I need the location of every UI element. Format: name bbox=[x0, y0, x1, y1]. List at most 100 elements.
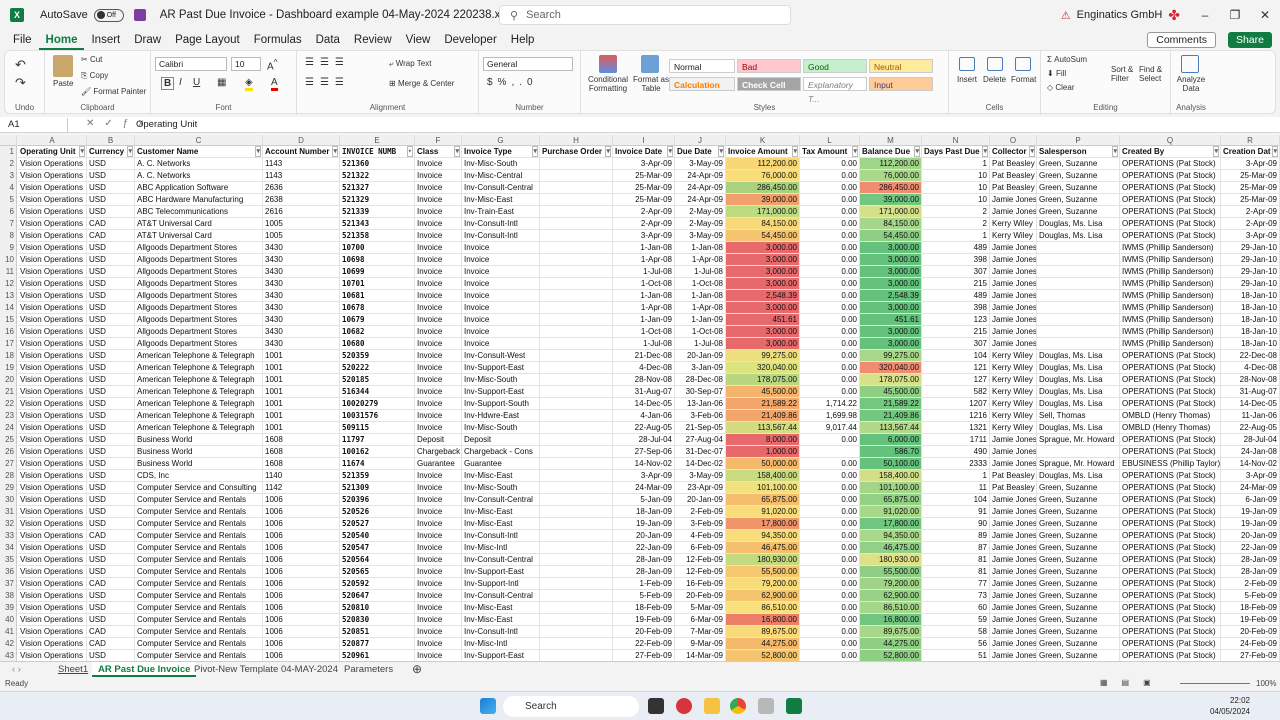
table-cell[interactable]: 1-Feb-09 bbox=[613, 578, 675, 590]
table-cell[interactable]: 3,000.00 bbox=[860, 254, 922, 266]
row-number[interactable]: 19 bbox=[0, 362, 17, 374]
table-cell[interactable]: USD bbox=[87, 266, 135, 278]
table-cell[interactable]: 1 bbox=[922, 470, 990, 482]
table-cell[interactable]: 20-Jan-09 bbox=[675, 350, 726, 362]
table-cell[interactable] bbox=[540, 158, 613, 170]
table-cell[interactable]: 62,900.00 bbox=[726, 590, 800, 602]
column-title[interactable]: Class ▾ bbox=[415, 146, 462, 158]
table-cell[interactable]: 25-Mar-09 bbox=[1221, 194, 1280, 206]
table-cell[interactable]: EBUSINESS (Phillip Taylor) bbox=[1120, 458, 1221, 470]
table-cell[interactable]: Vision Operations bbox=[18, 482, 87, 494]
table-cell[interactable]: Invoice bbox=[415, 290, 462, 302]
tab-home[interactable]: Home bbox=[38, 30, 85, 50]
table-cell[interactable] bbox=[540, 518, 613, 530]
table-cell[interactable]: 1001 bbox=[263, 422, 340, 434]
table-cell[interactable]: Douglas, Ms. Lisa bbox=[1037, 362, 1120, 374]
format-cells-icon[interactable] bbox=[1015, 57, 1031, 71]
table-cell[interactable] bbox=[540, 266, 613, 278]
table-cell[interactable]: 3430 bbox=[263, 290, 340, 302]
table-cell[interactable]: 520526 bbox=[340, 506, 415, 518]
table-cell[interactable] bbox=[540, 614, 613, 626]
table-cell[interactable]: Invoice bbox=[415, 350, 462, 362]
table-cell[interactable]: 521327 bbox=[340, 182, 415, 194]
table-cell[interactable]: 4-Dec-08 bbox=[613, 362, 675, 374]
table-cell[interactable]: 180,930.00 bbox=[726, 554, 800, 566]
table-cell[interactable]: Inv-Consult-Central bbox=[462, 182, 540, 194]
table-cell[interactable]: 3-Jan-09 bbox=[675, 362, 726, 374]
table-cell[interactable]: USD bbox=[87, 506, 135, 518]
font-name-select[interactable]: Calibri bbox=[155, 57, 227, 71]
column-header-g[interactable]: G bbox=[462, 135, 540, 146]
column-header-a[interactable]: A bbox=[18, 135, 87, 146]
table-cell[interactable]: 0.00 bbox=[800, 590, 860, 602]
table-cell[interactable]: Pat Beasley bbox=[990, 170, 1037, 182]
table-cell[interactable]: Jamie Jones bbox=[990, 530, 1037, 542]
table-cell[interactable]: 28-Jul-04 bbox=[1221, 434, 1280, 446]
table-cell[interactable] bbox=[540, 590, 613, 602]
table-cell[interactable]: Green, Suzanne bbox=[1037, 494, 1120, 506]
table-cell[interactable]: 1006 bbox=[263, 530, 340, 542]
table-cell[interactable]: 0.00 bbox=[800, 626, 860, 638]
table-cell[interactable]: Inv-Misc-East bbox=[462, 506, 540, 518]
table-cell[interactable]: Jamie Jones bbox=[990, 338, 1037, 350]
table-cell[interactable]: 3,000.00 bbox=[860, 278, 922, 290]
row-number[interactable]: 10 bbox=[0, 254, 17, 266]
table-cell[interactable]: OPERATIONS (Pat Stock) bbox=[1120, 650, 1221, 661]
table-cell[interactable]: 28-Jan-09 bbox=[1221, 566, 1280, 578]
column-title[interactable]: Created By ▾ bbox=[1120, 146, 1221, 158]
column-title[interactable]: Tax Amount ▾ bbox=[800, 146, 860, 158]
table-cell[interactable]: USD bbox=[87, 326, 135, 338]
copy-button[interactable]: ⎘ Copy bbox=[81, 71, 108, 81]
column-header-n[interactable]: N bbox=[922, 135, 990, 146]
table-cell[interactable]: 29-Jan-10 bbox=[1221, 266, 1280, 278]
table-cell[interactable]: Jamie Jones bbox=[990, 458, 1037, 470]
table-cell[interactable]: 20-Feb-09 bbox=[1221, 626, 1280, 638]
table-cell[interactable]: 10678 bbox=[340, 302, 415, 314]
table-cell[interactable]: 104 bbox=[922, 494, 990, 506]
borders-icon[interactable]: ▦ bbox=[217, 77, 226, 88]
table-cell[interactable]: OPERATIONS (Pat Stock) bbox=[1120, 602, 1221, 614]
table-cell[interactable]: 1216 bbox=[922, 410, 990, 422]
table-cell[interactable]: American Telephone & Telegraph bbox=[135, 362, 263, 374]
table-cell[interactable] bbox=[540, 470, 613, 482]
table-cell[interactable]: 0.00 bbox=[800, 206, 860, 218]
table-cell[interactable]: 0.00 bbox=[800, 338, 860, 350]
table-cell[interactable] bbox=[540, 254, 613, 266]
tab-page-layout[interactable]: Page Layout bbox=[168, 30, 247, 50]
table-cell[interactable]: 99,275.00 bbox=[726, 350, 800, 362]
table-cell[interactable] bbox=[540, 458, 613, 470]
table-cell[interactable]: USD bbox=[87, 566, 135, 578]
table-cell[interactable]: 11797 bbox=[340, 434, 415, 446]
table-cell[interactable]: 0.00 bbox=[800, 242, 860, 254]
save-icon[interactable] bbox=[133, 9, 146, 21]
table-cell[interactable]: 0.00 bbox=[800, 278, 860, 290]
table-cell[interactable]: 489 bbox=[922, 290, 990, 302]
row-number[interactable]: 11 bbox=[0, 266, 17, 278]
table-cell[interactable]: USD bbox=[87, 590, 135, 602]
table-cell[interactable]: Vision Operations bbox=[18, 530, 87, 542]
table-cell[interactable]: Inv-Support-South bbox=[462, 398, 540, 410]
table-cell[interactable]: OPERATIONS (Pat Stock) bbox=[1120, 638, 1221, 650]
table-cell[interactable]: 1001 bbox=[263, 362, 340, 374]
table-cell[interactable]: Jamie Jones bbox=[990, 278, 1037, 290]
table-cell[interactable]: Vision Operations bbox=[18, 254, 87, 266]
delete-cells-button[interactable]: Delete bbox=[983, 75, 1006, 84]
table-cell[interactable]: Computer Service and Consulting bbox=[135, 482, 263, 494]
table-cell[interactable]: 9-Mar-09 bbox=[675, 638, 726, 650]
table-cell[interactable]: Invoice bbox=[415, 506, 462, 518]
table-cell[interactable]: 113,567.44 bbox=[860, 422, 922, 434]
table-cell[interactable]: Vision Operations bbox=[18, 542, 87, 554]
table-cell[interactable]: Kerry Wiley bbox=[990, 374, 1037, 386]
column-title[interactable]: Operating Unit ▾ bbox=[18, 146, 87, 158]
table-cell[interactable]: Invoice bbox=[415, 470, 462, 482]
table-cell[interactable]: Allgoods Department Stores bbox=[135, 254, 263, 266]
table-cell[interactable]: 2 bbox=[922, 218, 990, 230]
redo-icon[interactable]: ↷ bbox=[15, 75, 26, 91]
table-cell[interactable]: 14-Dec-05 bbox=[1221, 398, 1280, 410]
table-cell[interactable]: 3,000.00 bbox=[860, 266, 922, 278]
table-cell[interactable]: 28-Nov-08 bbox=[1221, 374, 1280, 386]
row-number[interactable]: 9 bbox=[0, 242, 17, 254]
table-cell[interactable]: 2-Apr-09 bbox=[1221, 206, 1280, 218]
increase-font-icon[interactable]: A^ bbox=[267, 57, 278, 72]
table-cell[interactable]: 0.00 bbox=[800, 614, 860, 626]
